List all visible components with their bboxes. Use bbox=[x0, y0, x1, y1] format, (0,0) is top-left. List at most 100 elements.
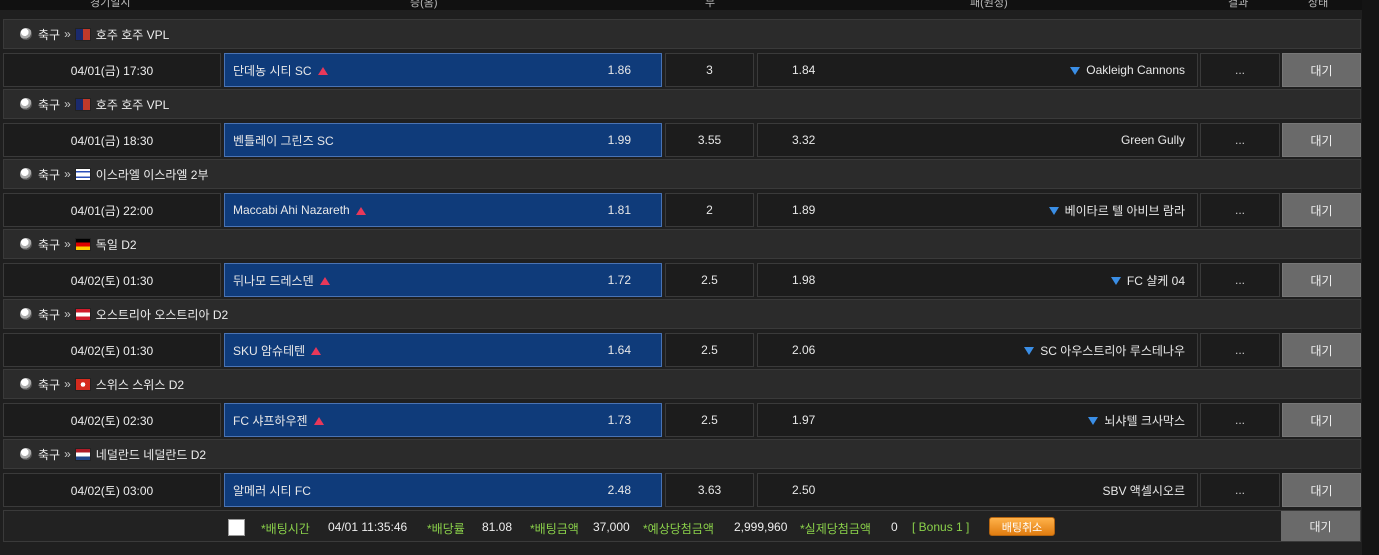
odds-value: 81.08 bbox=[482, 520, 513, 534]
draw-selection[interactable]: 3.55 bbox=[665, 123, 754, 157]
breadcrumb-separator-icon: » bbox=[64, 447, 71, 461]
league-name: 오스트리아 오스트리아 D2 bbox=[95, 307, 229, 322]
away-win-selection[interactable]: 1.84 Oakleigh Cannons bbox=[757, 53, 1198, 87]
away-team-name: SC 아우스트리아 루스테나우 bbox=[1040, 343, 1185, 358]
away-odds: 1.97 bbox=[792, 413, 816, 427]
match-time: 04/02(토) 02:30 bbox=[3, 403, 221, 437]
home-win-selection[interactable]: 단데농 시티 SC 1.86 bbox=[224, 53, 662, 87]
away-win-selection[interactable]: 1.97 뇌샤텔 크사막스 bbox=[757, 403, 1198, 437]
bet-time-label: *배팅시간 bbox=[261, 522, 310, 536]
bet-time-value: 04/01 11:35:46 bbox=[328, 520, 408, 534]
bet-history-panel: 경기일시 승(홈) 무 패(원정) 결과 상태 축구» 호주 호주 VPL 04/0… bbox=[0, 0, 1362, 555]
away-team: Oakleigh Cannons bbox=[1070, 63, 1185, 77]
match-status-badge: 대기 bbox=[1282, 193, 1361, 227]
home-team: 뒤나모 드레스덴 bbox=[233, 272, 330, 289]
match-status-badge: 대기 bbox=[1282, 333, 1361, 367]
home-win-selection[interactable]: 벤틀레이 그린즈 SC 1.99 bbox=[224, 123, 662, 157]
sport-label: 축구 bbox=[38, 377, 61, 392]
country-flag-icon bbox=[74, 97, 91, 111]
actual-value: 0 bbox=[891, 520, 898, 534]
away-team-name: Oakleigh Cannons bbox=[1086, 63, 1185, 77]
match-row: 04/01(금) 18:30 벤틀레이 그린즈 SC 1.99 3.55 3.32 Gre… bbox=[3, 123, 1361, 157]
home-win-selection[interactable]: SKU 암슈테텐 1.64 bbox=[224, 333, 662, 367]
draw-selection[interactable]: 2.5 bbox=[665, 263, 754, 297]
odds-down-arrow-icon bbox=[1048, 207, 1059, 216]
match-time: 04/01(금) 22:00 bbox=[3, 193, 221, 227]
match-status-badge: 대기 bbox=[1282, 123, 1361, 157]
league-header: 축구» 네덜란드 네덜란드 D2 bbox=[3, 439, 1361, 469]
col-home-header: 승(홈) bbox=[410, 0, 438, 9]
away-win-selection[interactable]: 1.89 베이타르 텔 아비브 람라 bbox=[757, 193, 1198, 227]
league-header: 축구» 호주 호주 VPL bbox=[3, 19, 1361, 49]
away-team-name: 뇌샤텔 크사막스 bbox=[1104, 413, 1185, 428]
home-team-name: 벤틀레이 그린즈 SC bbox=[233, 133, 334, 148]
home-odds: 2.48 bbox=[607, 483, 631, 497]
home-team: SKU 암슈테텐 bbox=[233, 342, 322, 359]
soccer-ball-icon bbox=[20, 28, 32, 40]
away-team: Green Gully bbox=[1121, 133, 1185, 147]
soccer-ball-icon bbox=[20, 378, 32, 390]
away-win-selection[interactable]: 3.32 Green Gully bbox=[757, 123, 1198, 157]
match-status-badge: 대기 bbox=[1282, 263, 1361, 297]
breadcrumb-separator-icon: » bbox=[64, 237, 71, 251]
soccer-ball-icon bbox=[20, 308, 32, 320]
home-odds: 1.73 bbox=[607, 413, 631, 427]
match-row: 04/02(토) 01:30 SKU 암슈테텐 1.64 2.5 2.06 SC 아우스트… bbox=[3, 333, 1361, 367]
away-win-selection[interactable]: 1.98 FC 샬케 04 bbox=[757, 263, 1198, 297]
odds-down-arrow-icon bbox=[1110, 277, 1121, 286]
home-win-selection[interactable]: Maccabi Ahi Nazareth 1.81 bbox=[224, 193, 662, 227]
home-team-name: 뒤나모 드레스덴 bbox=[233, 273, 314, 288]
match-row: 04/02(토) 02:30 FC 샤프하우젠 1.73 2.5 1.97 뇌샤텔 크사막… bbox=[3, 403, 1361, 437]
draw-selection[interactable]: 2.5 bbox=[665, 403, 754, 437]
match-result: ... bbox=[1200, 193, 1280, 227]
expected-label: *예상당첨금액 bbox=[643, 522, 714, 536]
sport-label: 축구 bbox=[38, 27, 61, 42]
breadcrumb-separator-icon: » bbox=[64, 377, 71, 391]
breadcrumb-separator-icon: » bbox=[64, 167, 71, 181]
away-team-name: Green Gully bbox=[1120, 133, 1185, 147]
match-result: ... bbox=[1200, 473, 1280, 507]
match-status-badge: 대기 bbox=[1282, 403, 1361, 437]
odds-up-arrow-icon bbox=[313, 417, 324, 426]
country-flag-icon bbox=[74, 27, 91, 41]
match-result: ... bbox=[1200, 403, 1280, 437]
scrollbar-track[interactable] bbox=[1362, 0, 1379, 555]
draw-selection[interactable]: 2.5 bbox=[665, 333, 754, 367]
match-result: ... bbox=[1200, 53, 1280, 87]
odds-up-arrow-icon bbox=[319, 277, 330, 286]
cancel-bet-button[interactable]: 배팅취소 bbox=[989, 517, 1055, 536]
select-checkbox[interactable] bbox=[228, 519, 245, 536]
home-win-selection[interactable]: 알메러 시티 FC 2.48 bbox=[224, 473, 662, 507]
draw-selection[interactable]: 3.63 bbox=[665, 473, 754, 507]
league-name: 호주 호주 VPL bbox=[95, 97, 170, 112]
amount-label: *배팅금액 bbox=[530, 522, 579, 536]
match-time: 04/02(토) 03:00 bbox=[3, 473, 221, 507]
draw-selection[interactable]: 2 bbox=[665, 193, 754, 227]
odds-down-arrow-icon bbox=[1024, 347, 1035, 356]
odds-label: *배당률 bbox=[427, 522, 465, 536]
league-header: 축구» 이스라엘 이스라엘 2부 bbox=[3, 159, 1361, 189]
home-win-selection[interactable]: 뒤나모 드레스덴 1.72 bbox=[224, 263, 662, 297]
league-name: 스위스 스위스 D2 bbox=[95, 377, 185, 392]
soccer-ball-icon bbox=[20, 98, 32, 110]
home-win-selection[interactable]: FC 샤프하우젠 1.73 bbox=[224, 403, 662, 437]
match-status-badge: 대기 bbox=[1282, 473, 1361, 507]
away-team: FC 샬케 04 bbox=[1110, 272, 1185, 289]
col-away-header: 패(원정) bbox=[970, 0, 1008, 9]
bet-status-badge: 대기 bbox=[1281, 511, 1360, 541]
odds-down-arrow-icon bbox=[1088, 417, 1099, 426]
amount-value: 37,000 bbox=[593, 520, 630, 534]
home-team-name: FC 샤프하우젠 bbox=[233, 413, 308, 428]
draw-selection[interactable]: 3 bbox=[665, 53, 754, 87]
sport-label: 축구 bbox=[38, 237, 61, 252]
home-team-name: SKU 암슈테텐 bbox=[233, 343, 306, 358]
country-flag-icon bbox=[74, 167, 91, 181]
col-draw-header: 무 bbox=[705, 0, 716, 9]
sport-label: 축구 bbox=[38, 307, 61, 322]
away-win-selection[interactable]: 2.06 SC 아우스트리아 루스테나우 bbox=[757, 333, 1198, 367]
home-team: Maccabi Ahi Nazareth bbox=[233, 203, 366, 217]
soccer-ball-icon bbox=[20, 168, 32, 180]
away-odds: 3.32 bbox=[792, 133, 816, 147]
away-win-selection[interactable]: 2.50 SBV 액셀시오르 bbox=[757, 473, 1198, 507]
home-odds: 1.86 bbox=[607, 63, 631, 77]
